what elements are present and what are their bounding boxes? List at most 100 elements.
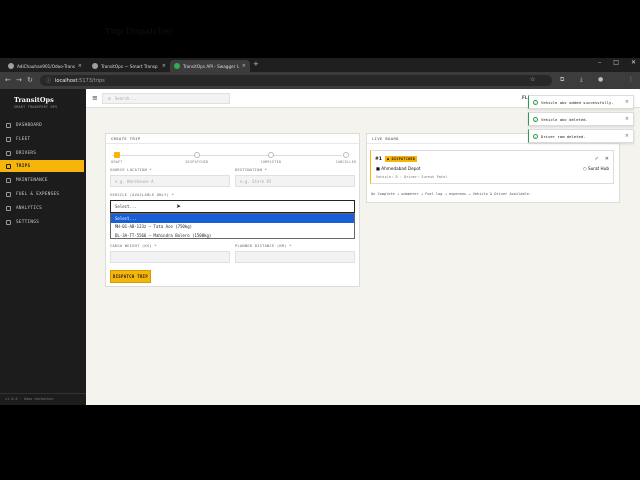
cargo-weight-input[interactable] — [110, 251, 230, 263]
workflow-note: On Complete → odometer → Fuel log → expe… — [371, 192, 532, 196]
toast-message: Vehicle abc deleted. — [541, 116, 588, 122]
window-controls: – □ ✕ — [598, 59, 636, 66]
truck-icon — [6, 136, 11, 142]
source-input[interactable] — [110, 175, 230, 187]
gear-icon — [6, 219, 11, 225]
page-title: Trip Dispatcher — [105, 27, 173, 37]
complete-trip-icon[interactable]: ✓ — [595, 156, 599, 162]
browser-tab-github[interactable]: AdiChauhan901/Odoo-Trans × — [4, 60, 86, 72]
trip-id: #1 — [375, 157, 382, 162]
hamburger-icon[interactable]: ≡ — [92, 94, 98, 102]
maximize-icon[interactable]: □ — [613, 59, 619, 66]
vehicle-label: VEHICLE (AVAILABLE ONLY) * — [110, 193, 175, 197]
close-icon[interactable]: × — [242, 63, 246, 69]
chart-icon — [6, 205, 11, 211]
distance-label: PLANNED DISTANCE (KM) * — [235, 244, 292, 248]
trip-destination: ○ Surat Hub — [582, 166, 609, 171]
vehicle-select[interactable]: Select... — [110, 200, 355, 213]
profile-icon[interactable]: ● — [598, 76, 603, 83]
app-favicon-icon — [92, 63, 98, 69]
bookmark-icon[interactable]: ☆ — [530, 76, 535, 83]
extensions-icon[interactable]: ⧉ — [560, 76, 564, 84]
browser-tab-swagger[interactable]: TransitOps API - Swagger UI × — [170, 60, 250, 72]
check-circle-icon: ✓ — [533, 99, 538, 105]
brand-subtitle: SMART TRANSPORT OPS — [14, 105, 58, 109]
new-tab-button[interactable]: + — [253, 60, 259, 68]
vehicle-option[interactable]: DL-3A-TT-5566 — Mahindra Bolero (1500kg) — [111, 231, 354, 240]
trip-meta: Vehicle: D · Driver: Suresh Patel — [376, 175, 448, 179]
vehicle-option[interactable]: Select... — [111, 214, 354, 223]
wrench-icon — [6, 177, 11, 183]
check-circle-icon: ✓ — [533, 116, 538, 122]
search-input[interactable] — [114, 96, 215, 101]
sidebar-item-drivers[interactable]: DRIVERS — [0, 147, 84, 159]
browser-tab-app[interactable]: TransitOps — Smart Transp × — [88, 60, 170, 72]
user-badge[interactable]: FL — [522, 96, 527, 101]
sidebar-item-label: ANALYTICS — [16, 205, 42, 211]
card-header: CREATE TRIP — [106, 134, 359, 144]
sidebar-item-maintenance[interactable]: MAINTENANCE — [0, 174, 84, 186]
url-host: localhost — [55, 77, 78, 84]
back-icon[interactable]: ← — [5, 76, 11, 84]
vehicle-dropdown-list: Select... MH-01-AB-123z — Tata Ace (750k… — [110, 213, 355, 239]
site-info-icon[interactable]: ⓘ — [46, 77, 51, 84]
step-label: COMPLETED — [260, 160, 282, 164]
close-icon[interactable]: × — [162, 63, 166, 69]
download-icon[interactable]: ⤓ — [580, 76, 583, 84]
vehicle-option[interactable]: MH-01-AB-123z — Tata Ace (750kg) — [111, 223, 354, 232]
close-icon[interactable]: × — [78, 63, 82, 69]
sidebar-item-label: DASHBOARD — [16, 122, 42, 128]
trip-card[interactable]: #1 ● DISPATCHED ✓ ✕ ■ Ahmedabad Depot ○ … — [370, 150, 614, 184]
github-icon — [8, 63, 14, 69]
browser-toolbar: ← → ↻ ⓘ localhost:5173/trips ☆ ⧉ ⤓ ● ⋮ — [0, 72, 640, 89]
browser-tab-label: TransitOps — Smart Transp — [101, 63, 158, 69]
planned-distance-input[interactable] — [235, 251, 355, 263]
sidebar-item-fleet[interactable]: FLEET — [0, 133, 84, 145]
sidebar-item-settings[interactable]: SETTINGS — [0, 216, 84, 228]
browser-tab-label: AdiChauhan901/Odoo-Trans — [17, 63, 75, 69]
close-window-icon[interactable]: ✕ — [631, 59, 636, 66]
grid-icon — [6, 122, 11, 128]
toast-notification: ✓ Vehicle abc added successfully. × — [528, 95, 634, 109]
sidebar-item-label: TRIPS — [16, 163, 31, 169]
route-icon — [6, 163, 11, 169]
search-icon: ⌕ — [108, 95, 111, 102]
address-bar[interactable]: ⓘ localhost:5173/trips — [40, 75, 552, 86]
card-title: LIVE BOARD — [372, 136, 399, 141]
sidebar-item-fuel-expenses[interactable]: FUEL & EXPENSES — [0, 188, 84, 200]
url-text: localhost:5173/trips — [55, 78, 105, 84]
sidebar-item-label: FLEET — [16, 136, 31, 142]
forward-icon[interactable]: → — [16, 76, 22, 84]
menu-icon[interactable]: ⋮ — [628, 76, 634, 83]
step-dot — [194, 152, 200, 158]
close-icon[interactable]: × — [625, 99, 629, 105]
sidebar: TransitOps SMART TRANSPORT OPS DASHBOARD… — [0, 89, 86, 405]
step-dispatched: DISPATCHED — [182, 152, 212, 164]
close-icon[interactable]: × — [625, 116, 629, 122]
toast-message: Vehicle abc added successfully. — [541, 99, 614, 105]
search-box[interactable]: ⌕ — [102, 93, 230, 104]
destination-input[interactable] — [235, 175, 355, 187]
check-circle-icon: ✓ — [533, 133, 538, 139]
browser-tab-strip: AdiChauhan901/Odoo-Trans × TransitOps — … — [0, 58, 640, 72]
minimize-icon[interactable]: – — [598, 59, 601, 66]
toast-message: Driver ram deleted. — [541, 133, 586, 139]
browser-tab-label: TransitOps API - Swagger UI — [183, 63, 239, 69]
dispatch-trip-button[interactable]: DISPATCH TRIP — [110, 270, 151, 283]
sidebar-item-analytics[interactable]: ANALYTICS — [0, 202, 84, 214]
divider — [0, 392, 86, 393]
step-dot — [268, 152, 274, 158]
step-draft: DRAFT — [102, 152, 132, 164]
step-label: CANCELLED — [335, 160, 357, 164]
cancel-trip-icon[interactable]: ✕ — [605, 156, 609, 162]
version-footer: v1.0.0 · Odoo Hackathon — [5, 397, 54, 401]
close-icon[interactable]: × — [625, 133, 629, 139]
toast-notification: ✓ Driver ram deleted. × — [528, 129, 634, 143]
sidebar-item-trips[interactable]: TRIPS — [0, 160, 84, 172]
step-dot — [343, 152, 349, 158]
destination-label: DESTINATION * — [235, 168, 268, 172]
sidebar-item-dashboard[interactable]: DASHBOARD — [0, 119, 84, 131]
reload-icon[interactable]: ↻ — [27, 76, 33, 84]
cargo-label: CARGO WEIGHT (KG) * — [110, 244, 157, 248]
sidebar-item-label: SETTINGS — [16, 219, 40, 225]
